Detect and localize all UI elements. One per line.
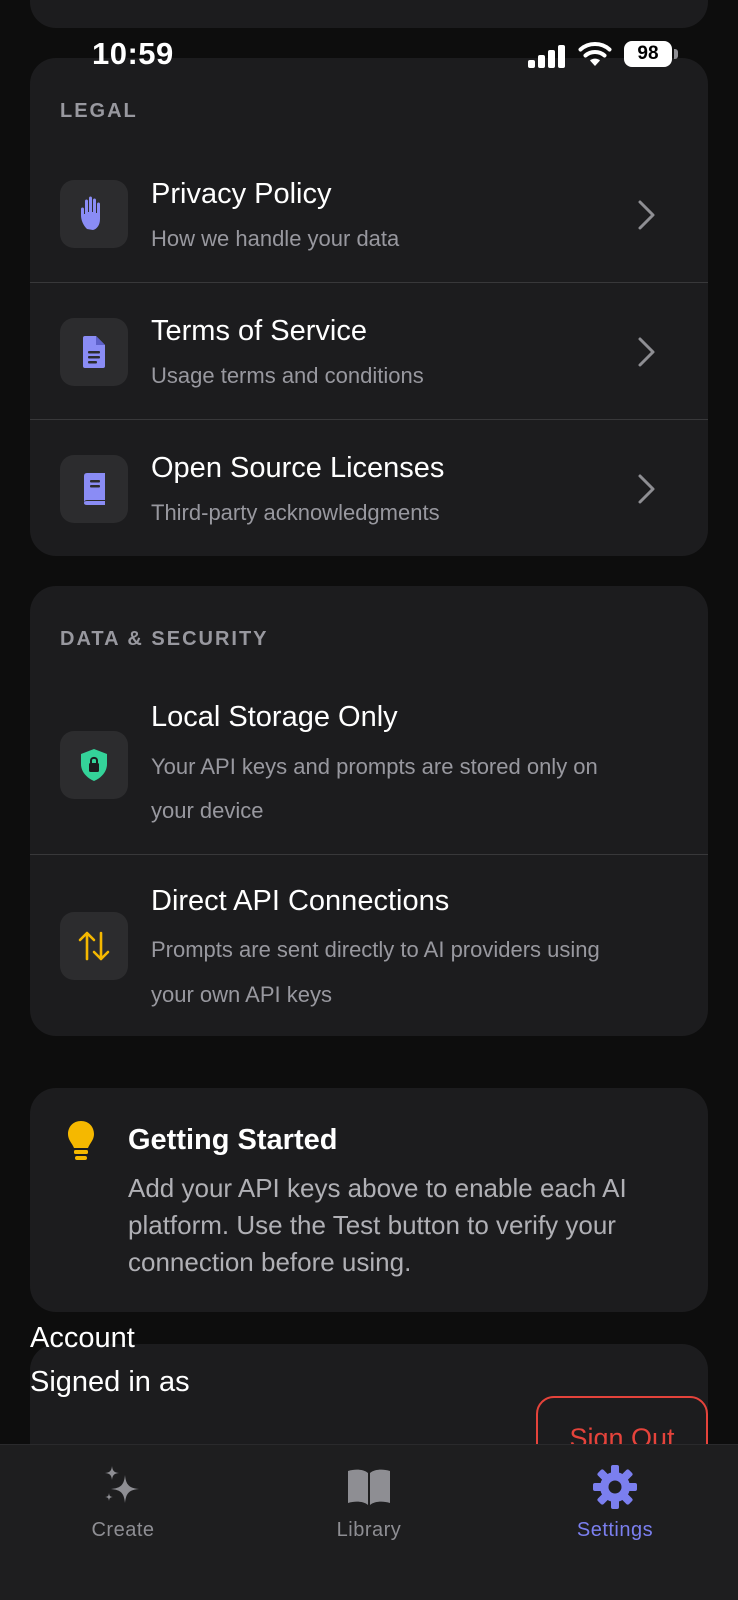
account-title: Account — [30, 1322, 135, 1354]
cellular-signal-icon — [528, 44, 568, 68]
tab-settings-label: Settings — [576, 1519, 654, 1541]
book-icon — [60, 455, 128, 523]
settings-screen: LEGAL Privacy Policy How we handle your … — [0, 0, 738, 1600]
direct-api-subtitle-line1: Prompts are sent directly to AI provider… — [151, 937, 600, 962]
open-source-licenses-title: Open Source Licenses — [151, 452, 445, 484]
local-storage-subtitle-line1: Your API keys and prompts are stored onl… — [151, 754, 598, 779]
battery-indicator: 98 — [624, 41, 678, 67]
tab-library[interactable]: Library — [246, 1445, 492, 1555]
terms-of-service-title: Terms of Service — [151, 315, 367, 347]
legal-card: LEGAL Privacy Policy How we handle your … — [30, 58, 708, 556]
status-time: 10:59 — [92, 36, 174, 71]
data-security-section-header: DATA & SECURITY — [60, 628, 269, 650]
local-storage-subtitle-line2: your device — [151, 798, 264, 823]
tab-library-label: Library — [336, 1519, 402, 1541]
tab-settings[interactable]: Settings — [492, 1445, 738, 1555]
previous-card-edge — [30, 0, 708, 28]
direct-api-row: Direct API Connections Prompts are sent … — [30, 855, 708, 1036]
gear-icon — [593, 1465, 637, 1509]
tab-bar: Create Library Settings — [0, 1444, 738, 1600]
sparkles-icon — [105, 1466, 139, 1503]
getting-started-body: Add your API keys above to enable each A… — [128, 1170, 668, 1281]
hand-icon — [60, 180, 128, 248]
getting-started-line2: platform. Use the Test button to verify … — [128, 1210, 616, 1240]
chevron-right-icon — [638, 474, 655, 504]
wifi-icon — [578, 42, 612, 66]
terms-of-service-subtitle: Usage terms and conditions — [151, 363, 424, 388]
getting-started-title: Getting Started — [128, 1124, 338, 1156]
shield-lock-icon — [60, 731, 128, 799]
local-storage-title: Local Storage Only — [151, 701, 398, 733]
chevron-right-icon — [638, 200, 655, 230]
tab-create-label: Create — [91, 1519, 155, 1541]
open-book-icon — [348, 1469, 390, 1505]
open-source-licenses-row[interactable]: Open Source Licenses Third-party acknowl… — [30, 420, 708, 556]
getting-started-line3: connection before using. — [128, 1247, 412, 1277]
direct-api-subtitle-line2: your own API keys — [151, 982, 332, 1007]
privacy-policy-row[interactable]: Privacy Policy How we handle your data — [30, 158, 708, 282]
arrows-up-down-icon — [60, 912, 128, 980]
tab-create[interactable]: Create — [0, 1445, 246, 1555]
direct-api-title: Direct API Connections — [151, 885, 450, 917]
open-source-licenses-subtitle: Third-party acknowledgments — [151, 500, 440, 525]
getting-started-card: Getting Started Add your API keys above … — [30, 1088, 708, 1312]
privacy-policy-subtitle: How we handle your data — [151, 226, 400, 251]
status-bar: 10:59 98 — [0, 30, 738, 80]
terms-of-service-row[interactable]: Terms of Service Usage terms and conditi… — [30, 283, 708, 419]
lightbulb-icon — [68, 1121, 94, 1160]
data-security-card: DATA & SECURITY Local Storage Only Your … — [30, 586, 708, 1036]
document-icon — [60, 318, 128, 386]
chevron-right-icon — [638, 337, 655, 367]
legal-section-header: LEGAL — [60, 100, 138, 122]
privacy-policy-title: Privacy Policy — [151, 178, 332, 210]
getting-started-line1: Add your API keys above to enable each A… — [128, 1173, 627, 1203]
local-storage-row: Local Storage Only Your API keys and pro… — [30, 686, 708, 854]
signed-in-as-label: Signed in as — [30, 1366, 190, 1398]
